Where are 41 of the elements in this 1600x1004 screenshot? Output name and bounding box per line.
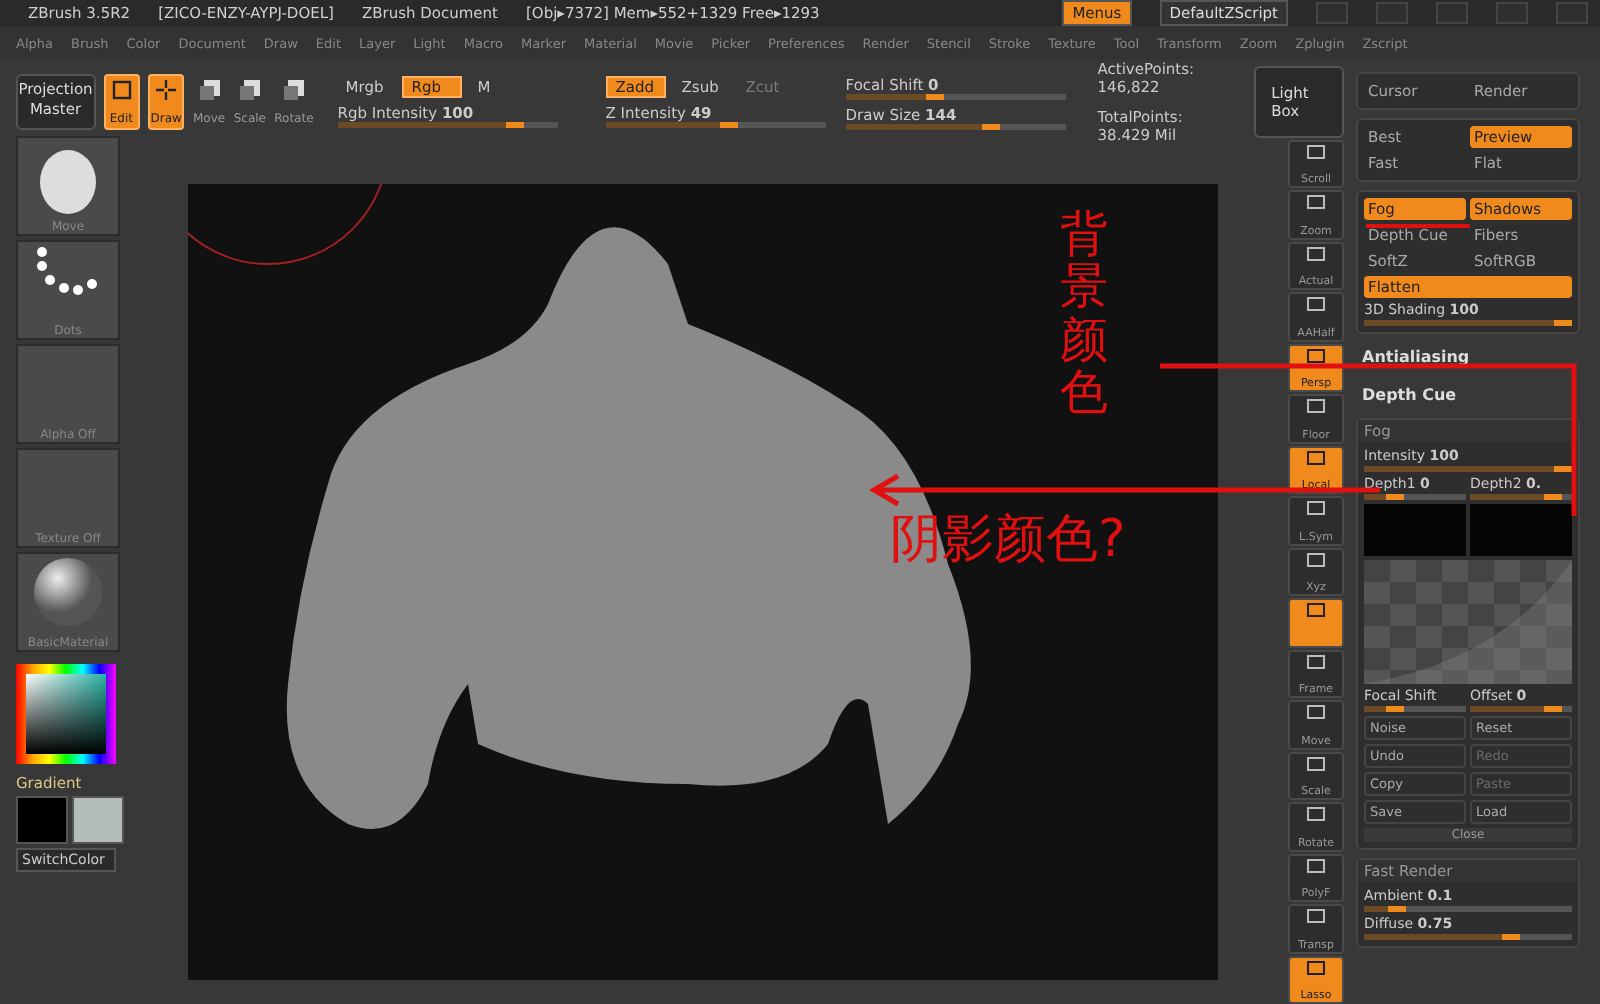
view-icon <box>1304 294 1328 317</box>
curve-graph[interactable] <box>1364 560 1572 684</box>
window-button[interactable] <box>1376 2 1408 24</box>
view-icon <box>1304 549 1328 572</box>
document-canvas[interactable] <box>188 184 1218 980</box>
maximize-button[interactable] <box>1496 2 1528 24</box>
tool-icon <box>281 78 306 102</box>
view-icon <box>1304 906 1328 929</box>
view-icon <box>1304 498 1328 521</box>
color-swatch[interactable] <box>1470 504 1572 556</box>
annotation-underline <box>1366 224 1470 228</box>
tool-icon <box>109 78 134 102</box>
close-button[interactable] <box>1556 2 1588 24</box>
window-button[interactable] <box>1316 2 1348 24</box>
view-icon <box>1304 142 1328 164</box>
color-swatch[interactable] <box>1364 504 1466 556</box>
view-icon <box>1304 345 1328 368</box>
view-icon <box>1304 753 1328 776</box>
tool-icon <box>197 78 222 102</box>
view-icon <box>1304 702 1328 725</box>
color-picker[interactable] <box>16 664 116 764</box>
color-swatch[interactable] <box>72 796 124 844</box>
view-icon <box>1304 855 1328 878</box>
section-heading[interactable]: Antialiasing <box>1356 342 1580 372</box>
view-icon <box>1304 600 1328 623</box>
view-icon <box>1304 804 1328 827</box>
view-icon <box>1304 651 1328 674</box>
tool-icon <box>154 78 179 102</box>
tool-icon <box>237 78 262 102</box>
annotation-text: 背景颜色 <box>1060 208 1108 420</box>
view-icon <box>1304 396 1328 419</box>
annotation-text: 阴影颜色? <box>890 508 1126 574</box>
view-button[interactable] <box>1288 598 1344 648</box>
view-icon <box>1304 447 1328 470</box>
section-heading[interactable]: Depth Cue <box>1356 380 1580 410</box>
view-icon <box>1304 957 1328 979</box>
view-icon <box>1304 243 1328 266</box>
color-swatch[interactable] <box>16 796 68 844</box>
material-sphere-icon <box>30 554 106 630</box>
view-icon <box>1304 192 1328 215</box>
minimize-button[interactable] <box>1436 2 1468 24</box>
